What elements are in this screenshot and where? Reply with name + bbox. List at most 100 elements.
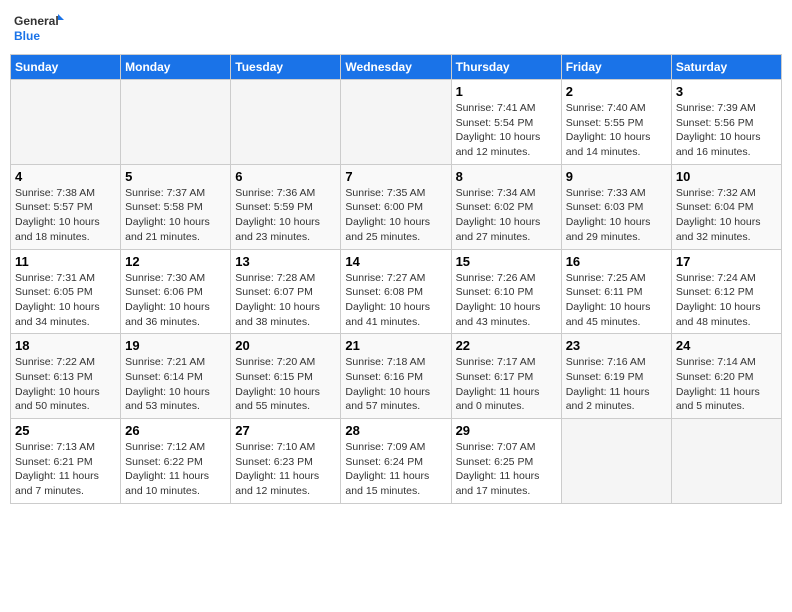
weekday-header-wednesday: Wednesday: [341, 55, 451, 80]
day-number: 5: [125, 169, 226, 184]
day-info: Sunrise: 7:10 AMSunset: 6:23 PMDaylight:…: [235, 440, 336, 499]
calendar-cell: 1Sunrise: 7:41 AMSunset: 5:54 PMDaylight…: [451, 80, 561, 165]
day-info: Sunrise: 7:39 AMSunset: 5:56 PMDaylight:…: [676, 101, 777, 160]
svg-text:Blue: Blue: [14, 29, 40, 43]
day-number: 21: [345, 338, 446, 353]
day-info: Sunrise: 7:13 AMSunset: 6:21 PMDaylight:…: [15, 440, 116, 499]
day-info: Sunrise: 7:07 AMSunset: 6:25 PMDaylight:…: [456, 440, 557, 499]
day-info: Sunrise: 7:26 AMSunset: 6:10 PMDaylight:…: [456, 271, 557, 330]
day-info: Sunrise: 7:37 AMSunset: 5:58 PMDaylight:…: [125, 186, 226, 245]
day-info: Sunrise: 7:20 AMSunset: 6:15 PMDaylight:…: [235, 355, 336, 414]
calendar-cell: 19 Sunrise: 7:21 AMSunset: 6:14 PMDayligh…: [121, 334, 231, 419]
day-number: 26: [125, 423, 226, 438]
calendar-cell: 13 Sunrise: 7:28 AMSunset: 6:07 PMDayligh…: [231, 249, 341, 334]
page-header: General Blue: [10, 10, 782, 46]
weekday-header-row: SundayMondayTuesdayWednesdayThursdayFrid…: [11, 55, 782, 80]
day-number: 18: [15, 338, 116, 353]
day-number: 2: [566, 84, 667, 99]
week-row-4: 25 Sunrise: 7:13 AMSunset: 6:21 PMDayligh…: [11, 419, 782, 504]
logo: General Blue: [14, 10, 64, 46]
day-info: Sunrise: 7:35 AMSunset: 6:00 PMDaylight:…: [345, 186, 446, 245]
day-number: 6: [235, 169, 336, 184]
weekday-header-monday: Monday: [121, 55, 231, 80]
day-info: Sunrise: 7:17 AMSunset: 6:17 PMDaylight:…: [456, 355, 557, 414]
day-info: Sunrise: 7:40 AMSunset: 5:55 PMDaylight:…: [566, 101, 667, 160]
week-row-2: 11 Sunrise: 7:31 AMSunset: 6:05 PMDayligh…: [11, 249, 782, 334]
week-row-1: 4Sunrise: 7:38 AMSunset: 5:57 PMDaylight…: [11, 164, 782, 249]
day-number: 16: [566, 254, 667, 269]
day-number: 14: [345, 254, 446, 269]
day-number: 17: [676, 254, 777, 269]
day-number: 25: [15, 423, 116, 438]
day-info: Sunrise: 7:31 AMSunset: 6:05 PMDaylight:…: [15, 271, 116, 330]
calendar-cell: 27 Sunrise: 7:10 AMSunset: 6:23 PMDayligh…: [231, 419, 341, 504]
day-info: Sunrise: 7:12 AMSunset: 6:22 PMDaylight:…: [125, 440, 226, 499]
calendar-cell: 20 Sunrise: 7:20 AMSunset: 6:15 PMDayligh…: [231, 334, 341, 419]
day-number: 23: [566, 338, 667, 353]
calendar-cell: 9 Sunrise: 7:33 AMSunset: 6:03 PMDaylight…: [561, 164, 671, 249]
day-info: Sunrise: 7:24 AMSunset: 6:12 PMDaylight:…: [676, 271, 777, 330]
day-number: 11: [15, 254, 116, 269]
day-number: 19: [125, 338, 226, 353]
day-number: 27: [235, 423, 336, 438]
calendar-cell: 21 Sunrise: 7:18 AMSunset: 6:16 PMDayligh…: [341, 334, 451, 419]
weekday-header-saturday: Saturday: [671, 55, 781, 80]
calendar-table: SundayMondayTuesdayWednesdayThursdayFrid…: [10, 54, 782, 504]
calendar-cell: 6 Sunrise: 7:36 AMSunset: 5:59 PMDaylight…: [231, 164, 341, 249]
day-number: 29: [456, 423, 557, 438]
day-number: 20: [235, 338, 336, 353]
weekday-header-tuesday: Tuesday: [231, 55, 341, 80]
day-number: 3: [676, 84, 777, 99]
calendar-cell: [231, 80, 341, 165]
day-info: Sunrise: 7:14 AMSunset: 6:20 PMDaylight:…: [676, 355, 777, 414]
day-info: Sunrise: 7:22 AMSunset: 6:13 PMDaylight:…: [15, 355, 116, 414]
calendar-cell: 17 Sunrise: 7:24 AMSunset: 6:12 PMDayligh…: [671, 249, 781, 334]
day-number: 15: [456, 254, 557, 269]
calendar-cell: 12 Sunrise: 7:30 AMSunset: 6:06 PMDayligh…: [121, 249, 231, 334]
day-info: Sunrise: 7:16 AMSunset: 6:19 PMDaylight:…: [566, 355, 667, 414]
day-number: 8: [456, 169, 557, 184]
weekday-header-thursday: Thursday: [451, 55, 561, 80]
day-number: 4: [15, 169, 116, 184]
day-info: Sunrise: 7:25 AMSunset: 6:11 PMDaylight:…: [566, 271, 667, 330]
calendar-cell: 29 Sunrise: 7:07 AMSunset: 6:25 PMDayligh…: [451, 419, 561, 504]
calendar-cell: [671, 419, 781, 504]
day-info: Sunrise: 7:33 AMSunset: 6:03 PMDaylight:…: [566, 186, 667, 245]
calendar-cell: 28 Sunrise: 7:09 AMSunset: 6:24 PMDayligh…: [341, 419, 451, 504]
day-number: 1: [456, 84, 557, 99]
day-info: Sunrise: 7:36 AMSunset: 5:59 PMDaylight:…: [235, 186, 336, 245]
calendar-cell: [121, 80, 231, 165]
calendar-cell: 23 Sunrise: 7:16 AMSunset: 6:19 PMDayligh…: [561, 334, 671, 419]
day-info: Sunrise: 7:09 AMSunset: 6:24 PMDaylight:…: [345, 440, 446, 499]
day-number: 12: [125, 254, 226, 269]
calendar-cell: 18 Sunrise: 7:22 AMSunset: 6:13 PMDayligh…: [11, 334, 121, 419]
week-row-0: 1Sunrise: 7:41 AMSunset: 5:54 PMDaylight…: [11, 80, 782, 165]
day-number: 24: [676, 338, 777, 353]
weekday-header-friday: Friday: [561, 55, 671, 80]
svg-text:General: General: [14, 14, 59, 28]
calendar-cell: 22Sunrise: 7:17 AMSunset: 6:17 PMDayligh…: [451, 334, 561, 419]
day-info: Sunrise: 7:18 AMSunset: 6:16 PMDaylight:…: [345, 355, 446, 414]
calendar-cell: 15 Sunrise: 7:26 AMSunset: 6:10 PMDayligh…: [451, 249, 561, 334]
calendar-cell: 24 Sunrise: 7:14 AMSunset: 6:20 PMDayligh…: [671, 334, 781, 419]
day-number: 28: [345, 423, 446, 438]
calendar-cell: 25 Sunrise: 7:13 AMSunset: 6:21 PMDayligh…: [11, 419, 121, 504]
weekday-header-sunday: Sunday: [11, 55, 121, 80]
day-info: Sunrise: 7:34 AMSunset: 6:02 PMDaylight:…: [456, 186, 557, 245]
logo-svg: General Blue: [14, 10, 64, 46]
calendar-cell: [561, 419, 671, 504]
day-number: 9: [566, 169, 667, 184]
calendar-cell: 4Sunrise: 7:38 AMSunset: 5:57 PMDaylight…: [11, 164, 121, 249]
calendar-cell: 8 Sunrise: 7:34 AMSunset: 6:02 PMDaylight…: [451, 164, 561, 249]
calendar-cell: 10Sunrise: 7:32 AMSunset: 6:04 PMDayligh…: [671, 164, 781, 249]
day-number: 13: [235, 254, 336, 269]
day-info: Sunrise: 7:28 AMSunset: 6:07 PMDaylight:…: [235, 271, 336, 330]
day-info: Sunrise: 7:21 AMSunset: 6:14 PMDaylight:…: [125, 355, 226, 414]
calendar-cell: 3 Sunrise: 7:39 AMSunset: 5:56 PMDaylight…: [671, 80, 781, 165]
calendar-cell: 14 Sunrise: 7:27 AMSunset: 6:08 PMDayligh…: [341, 249, 451, 334]
calendar-cell: 11 Sunrise: 7:31 AMSunset: 6:05 PMDayligh…: [11, 249, 121, 334]
day-info: Sunrise: 7:27 AMSunset: 6:08 PMDaylight:…: [345, 271, 446, 330]
day-number: 7: [345, 169, 446, 184]
day-info: Sunrise: 7:30 AMSunset: 6:06 PMDaylight:…: [125, 271, 226, 330]
day-info: Sunrise: 7:32 AMSunset: 6:04 PMDaylight:…: [676, 186, 777, 245]
